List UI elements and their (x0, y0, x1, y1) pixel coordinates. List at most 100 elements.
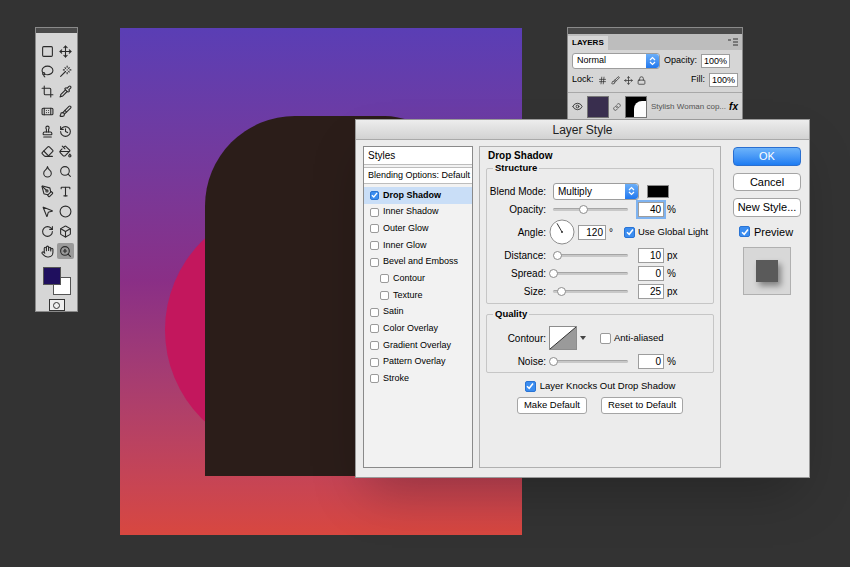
tool-button[interactable] (57, 43, 75, 59)
checkbox[interactable] (370, 241, 379, 250)
slider[interactable] (553, 250, 628, 260)
lock-pixels-icon[interactable] (598, 76, 607, 85)
styles-header[interactable]: Styles (364, 147, 472, 165)
number-field[interactable]: 40 (638, 202, 664, 217)
number-field[interactable]: 10 (638, 248, 664, 263)
number-field[interactable]: 0 (638, 266, 664, 281)
tool-button[interactable] (39, 183, 57, 199)
tool-button[interactable] (57, 103, 75, 119)
checkbox[interactable] (380, 291, 389, 300)
tool-button[interactable] (39, 43, 57, 59)
lock-all-icon[interactable] (637, 76, 646, 85)
dropdown-arrows[interactable] (625, 184, 638, 199)
slider-thumb[interactable] (553, 251, 562, 260)
effect-item[interactable]: Bevel and Emboss (364, 254, 472, 271)
layers-tab[interactable]: LAYERS (568, 36, 608, 50)
effect-item[interactable]: Inner Glow (364, 237, 472, 254)
blend-mode-select[interactable]: Normal (572, 53, 660, 69)
checkbox-label[interactable]: Preview (754, 224, 793, 241)
checkbox[interactable] (370, 208, 379, 217)
tool-button[interactable] (39, 63, 57, 79)
number-field[interactable]: 120 (578, 225, 606, 240)
tool-button[interactable] (39, 163, 57, 179)
checkbox[interactable] (370, 341, 379, 350)
slider-thumb[interactable] (579, 205, 588, 214)
slider-thumb[interactable] (557, 287, 566, 296)
dialog-title-bar[interactable]: Layer Style (356, 120, 809, 140)
dialog-button[interactable]: OK (733, 147, 801, 166)
checkbox[interactable] (370, 224, 379, 233)
effect-item[interactable]: Drop Shadow (364, 187, 472, 204)
checkbox[interactable] (370, 324, 379, 333)
number-field[interactable]: 0 (638, 354, 664, 369)
tool-button[interactable] (39, 203, 57, 219)
effect-item[interactable]: Inner Shadow (364, 204, 472, 221)
panel-menu-icon[interactable] (727, 37, 739, 47)
slider[interactable] (553, 356, 628, 366)
blend-mode-select[interactable]: Multiply (553, 183, 639, 200)
fx-badge[interactable]: fx (729, 99, 738, 114)
checkbox[interactable] (370, 191, 379, 200)
checkbox[interactable] (624, 227, 635, 238)
checkbox[interactable] (380, 274, 389, 283)
dialog-button[interactable]: New Style... (733, 198, 801, 217)
panel-button[interactable]: Reset to Default (601, 397, 683, 413)
lock-paint-icon[interactable] (611, 76, 620, 85)
tool-button[interactable] (57, 123, 75, 139)
dropdown-arrow-icon[interactable] (580, 335, 586, 341)
tool-button[interactable] (57, 83, 75, 99)
tool-button[interactable] (57, 243, 75, 259)
slider[interactable] (553, 286, 628, 296)
slider[interactable] (553, 204, 628, 214)
slider[interactable] (553, 268, 628, 278)
lock-position-icon[interactable] (624, 76, 633, 85)
effect-item[interactable]: Contour (364, 270, 472, 287)
dialog-button[interactable]: Cancel (733, 173, 801, 192)
foreground-swatch[interactable] (43, 267, 61, 285)
tool-button[interactable] (57, 223, 75, 239)
tool-button[interactable] (39, 223, 57, 239)
layer-row[interactable]: Stylish Woman cop...fx (568, 92, 742, 120)
checkbox[interactable] (600, 333, 611, 344)
effect-item[interactable]: Pattern Overlay (364, 354, 472, 371)
tool-button[interactable] (39, 103, 57, 119)
checkbox-label[interactable]: Anti-aliased (614, 331, 664, 345)
tool-button[interactable] (39, 243, 57, 259)
dropdown-arrows[interactable] (646, 54, 659, 68)
tool-button[interactable] (39, 143, 57, 159)
color-swatches[interactable] (41, 267, 72, 295)
checkbox-label[interactable]: Layer Knocks Out Drop Shadow (540, 379, 676, 393)
shadow-color-swatch[interactable] (647, 185, 669, 198)
effect-item[interactable]: Color Overlay (364, 321, 472, 338)
checkbox[interactable] (525, 381, 536, 392)
effect-item[interactable]: Satin (364, 304, 472, 321)
angle-dial-icon[interactable] (549, 219, 575, 245)
effect-item[interactable]: Texture (364, 287, 472, 304)
tool-button[interactable] (57, 163, 75, 179)
checkbox[interactable] (739, 226, 750, 237)
tool-button[interactable] (39, 83, 57, 99)
opacity-field[interactable]: 100% (701, 54, 730, 68)
slider-thumb[interactable] (549, 357, 558, 366)
tool-button[interactable] (57, 63, 75, 79)
tool-button[interactable] (39, 123, 57, 139)
contour-curve-icon[interactable] (549, 326, 577, 350)
panel-header[interactable] (36, 28, 77, 33)
effect-item[interactable]: Stroke (364, 371, 472, 388)
checkbox[interactable] (370, 374, 379, 383)
slider-thumb[interactable] (549, 269, 558, 278)
quick-mask-icon[interactable] (49, 299, 65, 311)
checkbox-label[interactable]: Use Global Light (638, 225, 708, 239)
checkbox[interactable] (370, 358, 379, 367)
tool-button[interactable] (57, 183, 75, 199)
fill-field[interactable]: 100% (709, 73, 738, 87)
tool-button[interactable] (57, 143, 75, 159)
checkbox[interactable] (370, 258, 379, 267)
blending-options[interactable]: Blending Options: Default (364, 167, 472, 184)
number-field[interactable]: 25 (638, 284, 664, 299)
panel-button[interactable]: Make Default (517, 397, 587, 413)
checkbox[interactable] (370, 308, 379, 317)
tool-button[interactable] (57, 203, 75, 219)
effect-item[interactable]: Outer Glow (364, 220, 472, 237)
effect-item[interactable]: Gradient Overlay (364, 337, 472, 354)
